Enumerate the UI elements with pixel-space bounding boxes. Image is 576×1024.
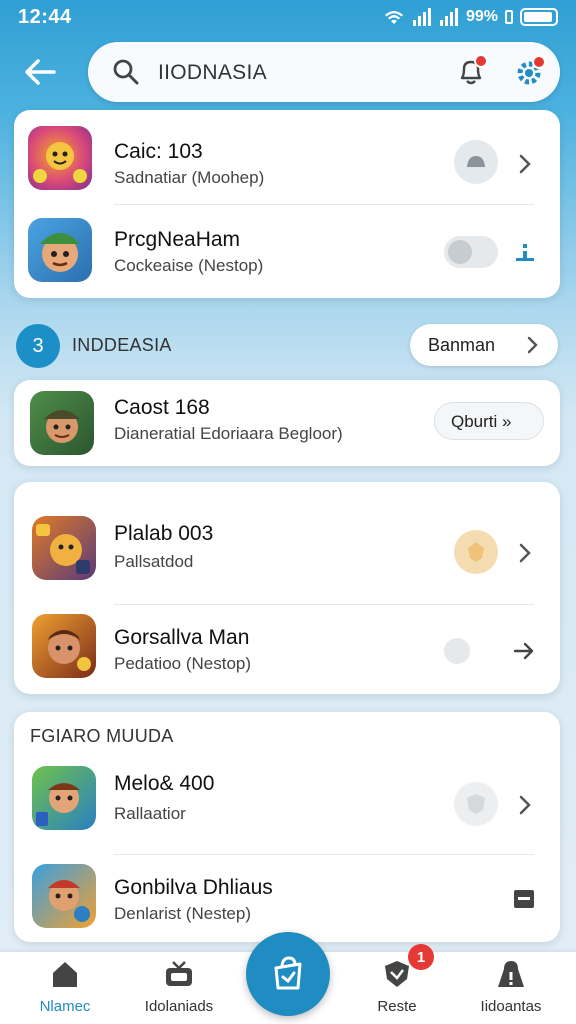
shield-icon (385, 961, 409, 987)
card-action-label: Qburti » (451, 412, 512, 431)
battery-percent: 99% (465, 8, 498, 25)
list-item[interactable]: Melo& 400 Rallaatior (14, 764, 560, 844)
nav-item-home[interactable]: Nlamec (10, 952, 120, 1024)
section-title: INDDEASIA (72, 335, 172, 355)
top-card: Caic: 103 Sadnatiar (Moohep) PrcgNeaHam … (14, 110, 560, 298)
status-dot (444, 638, 470, 664)
status-circle[interactable] (454, 530, 498, 574)
list-item[interactable]: PrcgNeaHam Cockeaise (Nestop) (14, 212, 560, 292)
featured-card[interactable]: Caost 168 Dianeratial Edoriaara Begloor)… (14, 380, 560, 466)
item-title: PrcgNeaHam (114, 228, 241, 251)
item-subtitle: Dianeratial Edoriaara Begloor) (114, 424, 343, 443)
game-thumbnail-icon (32, 864, 96, 928)
divider (114, 854, 534, 855)
settings-dot (532, 55, 546, 69)
section-action-button[interactable]: Banman (410, 324, 558, 366)
toggle-switch[interactable] (444, 236, 498, 268)
info-icon[interactable] (514, 242, 536, 264)
item-title: Gorsallva Man (114, 626, 250, 649)
game-thumbnail-icon (28, 126, 92, 190)
middle-card: Plalab 003 Pallsatdod Gorsallva Man Peda… (14, 482, 560, 694)
center-fab-button[interactable] (246, 932, 330, 1016)
divider (114, 204, 534, 205)
search-icon (113, 59, 139, 85)
game-thumbnail-icon (28, 218, 92, 282)
nav-label: Reste (377, 998, 417, 1015)
bag-icon (274, 956, 302, 990)
back-button[interactable] (20, 52, 60, 92)
item-subtitle: Sadnatiar (Moohep) (114, 168, 265, 187)
card-action-button[interactable]: Qburti » (434, 402, 544, 440)
notification-button[interactable] (456, 54, 490, 90)
item-title: Caic: 103 (114, 140, 203, 163)
bottom-card: FGIARO MUUDA Melo& 400 Rallaatior Gonbil… (14, 712, 560, 942)
profile-icon (498, 961, 524, 987)
nav-label: Nlamec (39, 998, 91, 1015)
status-icons: 99% (383, 8, 558, 26)
signal-icon (412, 8, 431, 26)
game-thumbnail-icon (32, 766, 96, 830)
item-subtitle: Rallaatior (114, 804, 186, 823)
notification-dot (474, 54, 488, 68)
item-title: Caost 168 (114, 396, 210, 419)
menu-icon[interactable] (512, 888, 536, 910)
nav-item-profile[interactable]: Iidoantas (456, 952, 566, 1024)
search-bar[interactable]: IIODNASIA (88, 42, 560, 102)
item-subtitle: Denlarist (Nestep) (114, 904, 251, 923)
signal-icon-2 (439, 8, 458, 26)
game-thumbnail-icon (32, 614, 96, 678)
list-item[interactable]: Plalab 003 Pallsatdod (14, 512, 560, 592)
chevron-right-icon[interactable] (514, 542, 536, 564)
wifi-icon (384, 11, 403, 24)
home-icon (53, 962, 77, 987)
item-subtitle: Pedatioo (Nestop) (114, 654, 252, 673)
list-item[interactable]: Caic: 103 Sadnatiar (Moohep) (14, 118, 560, 198)
nav-label: Idolaniads (144, 998, 214, 1015)
tv-icon (166, 961, 192, 986)
gamepad-icon (467, 156, 485, 167)
settings-button[interactable] (512, 55, 548, 92)
top-bar: IIODNASIA (0, 40, 576, 104)
chevron-right-icon[interactable] (514, 794, 536, 816)
badge-icon (468, 542, 484, 562)
section-header: 3 INDDEASIA Banman (0, 322, 576, 370)
list-item[interactable]: Gorsallva Man Pedatioo (Nestop) (14, 610, 560, 690)
chevron-right-icon (527, 336, 538, 354)
back-arrow-icon (25, 59, 56, 85)
item-title: Gonbilva Dhliaus (114, 876, 273, 899)
nav-item-shield[interactable]: Reste (342, 952, 452, 1024)
status-circle[interactable] (454, 782, 498, 826)
status-circle[interactable] (454, 140, 498, 184)
item-subtitle: Cockeaise (Nestop) (114, 256, 264, 275)
item-title: Melo& 400 (114, 772, 215, 795)
nav-notification-badge: 1 (408, 944, 434, 970)
search-input[interactable]: IIODNASIA (158, 61, 267, 85)
battery-small-icon (505, 10, 513, 24)
battery-icon (520, 8, 558, 26)
divider (114, 604, 534, 605)
shield-icon (467, 794, 485, 814)
nav-item-tv[interactable]: Idolaniads (124, 952, 234, 1024)
list-item[interactable]: Gonbilva Dhliaus Denlarist (Nestep) (14, 860, 560, 940)
game-thumbnail-icon (30, 391, 94, 455)
arrow-right-icon[interactable] (512, 640, 536, 662)
status-time: 12:44 (18, 5, 72, 28)
item-title: Plalab 003 (114, 522, 214, 545)
section-number-badge: 3 (16, 324, 60, 368)
chevron-right-icon[interactable] (514, 153, 536, 175)
nav-label: Iidoantas (480, 998, 542, 1015)
status-bar: 12:44 99% (0, 0, 576, 34)
item-subtitle: Pallsatdod (114, 552, 194, 571)
card-heading: FGIARO MUUDA (30, 726, 174, 746)
section-action-label: Banman (428, 335, 496, 355)
game-thumbnail-icon (32, 516, 96, 580)
